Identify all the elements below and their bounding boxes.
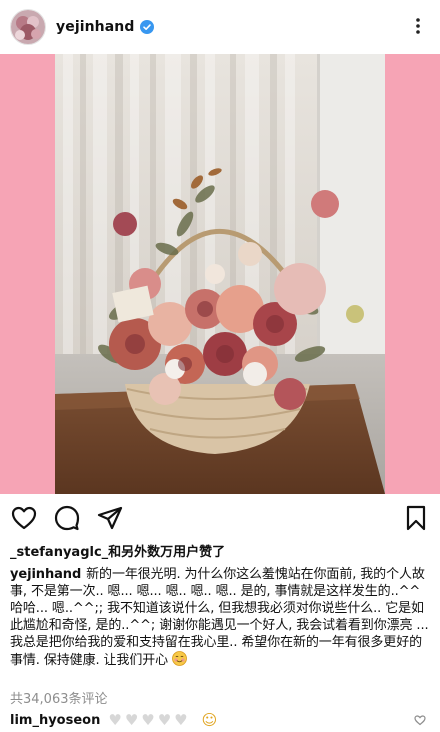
comment-hearts: ♥ ♥ ♥ ♥ ♥ [108,710,188,729]
view-comments-link[interactable]: 共34,063条评论 [10,688,108,707]
heart-icon[interactable] [10,504,38,532]
share-icon[interactable] [96,504,124,532]
smiling-face-icon [172,651,187,666]
post-photo [55,54,385,494]
comment-heart-icon[interactable] [414,714,426,726]
caption-text: 新的一年很光明. 为什么你这么羞愧站在你面前, 我的个人故事, 不是第一次.. … [10,567,429,668]
bookmark-icon[interactable] [402,504,430,532]
comment-icon[interactable] [53,504,81,532]
username-block: yejinhand [56,19,154,35]
smiling-face-icon: ☺ [201,711,218,729]
caption-username[interactable]: yejinhand [10,567,81,582]
more-vertical-icon[interactable] [408,16,428,36]
post-username[interactable]: yejinhand [56,19,135,35]
action-bar [0,500,440,536]
verified-icon [139,20,154,34]
white-heart-icon: ♥ [174,710,188,729]
white-heart-icon: ♥ [141,710,155,729]
white-heart-icon: ♥ [108,710,122,729]
post-header: yejinhand [0,0,440,54]
comment-username[interactable]: lim_hyoseon [10,713,100,728]
avatar[interactable] [10,9,46,45]
likes-summary[interactable]: _stefanyaglc_和另外数万用户赞了 [10,541,225,560]
white-heart-icon: ♥ [157,710,172,729]
comment-row: lim_hyoseon ♥ ♥ ♥ ♥ ♥ ☺ [10,710,430,730]
white-heart-icon: ♥ [124,710,139,729]
post-caption: yejinhand 新的一年很光明. 为什么你这么羞愧站在你面前, 我的个人故事,… [10,566,430,669]
post-image-frame[interactable] [0,54,440,494]
